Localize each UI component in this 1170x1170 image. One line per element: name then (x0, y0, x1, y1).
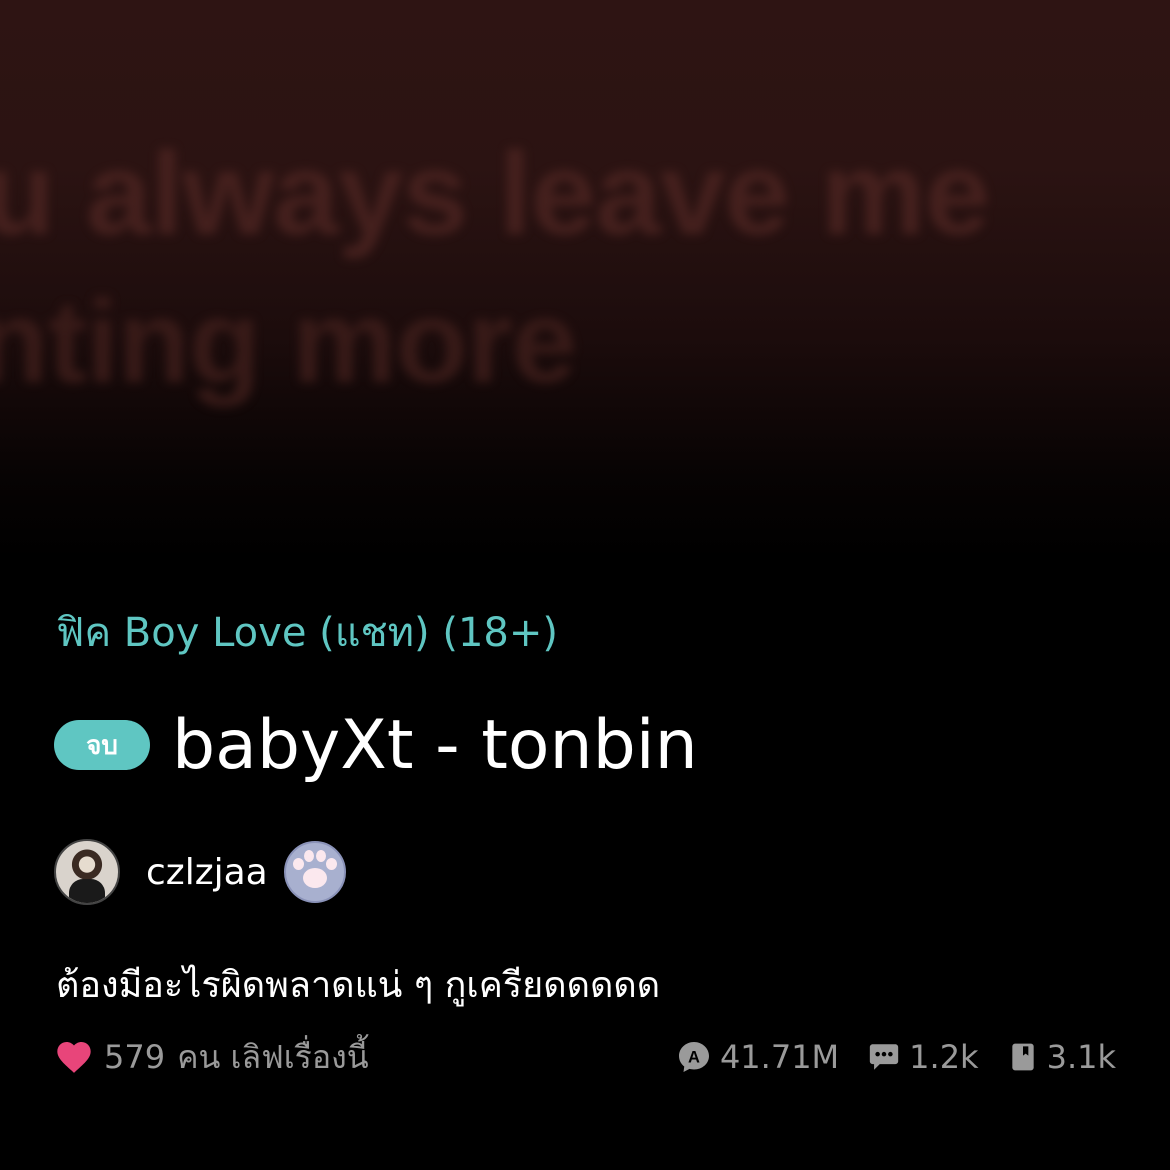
stats-row: 579 คน เลิฟเรื่องนี้ A 41.71M 1.2k 3.1k (54, 1034, 1116, 1080)
story-title: babyXt - tonbin (172, 705, 698, 785)
avatar-figure (69, 879, 105, 903)
story-description: ต้องมีอะไรผิดพลาดแน่ ๆ กูเครียดดดดด (56, 965, 661, 1006)
heart-icon[interactable] (54, 1037, 94, 1077)
chapters-count: 3.1k (1046, 1038, 1116, 1076)
author-name[interactable]: czlzjaa (146, 852, 268, 893)
paw-icon (283, 841, 346, 903)
love-label: คน เลิฟเรื่องนี้ (177, 1037, 369, 1076)
cover-line-1: ou always leave me (0, 128, 990, 260)
cover-line-2: anting more (0, 276, 577, 408)
stats-right: A 41.71M 1.2k 3.1k (648, 1038, 1116, 1076)
avatar[interactable] (54, 839, 120, 905)
views-stat: A 41.71M (676, 1038, 839, 1076)
status-badge: จบ (54, 720, 150, 770)
book-icon (1011, 1043, 1034, 1071)
love-count: 579 (104, 1038, 166, 1076)
comments-stat: 1.2k (867, 1038, 979, 1076)
views-count: 41.71M (719, 1038, 840, 1076)
author-row[interactable]: czlzjaa (54, 839, 346, 905)
category-link[interactable]: ฟิค Boy Love (แชท) (18+) (56, 600, 558, 664)
title-row: จบ babyXt - tonbin (54, 700, 698, 790)
chapters-stat: 3.1k (1007, 1038, 1116, 1076)
cover-text: ou always leave me anting more (0, 120, 1170, 416)
comment-icon (869, 1044, 899, 1070)
comments-count: 1.2k (909, 1038, 979, 1076)
svg-text:A: A (688, 1048, 700, 1066)
cover-image: ou always leave me anting more (0, 0, 1170, 560)
views-icon: A (678, 1042, 709, 1072)
story-detail-page: ou always leave me anting more ฟิค Boy L… (0, 0, 1170, 1170)
